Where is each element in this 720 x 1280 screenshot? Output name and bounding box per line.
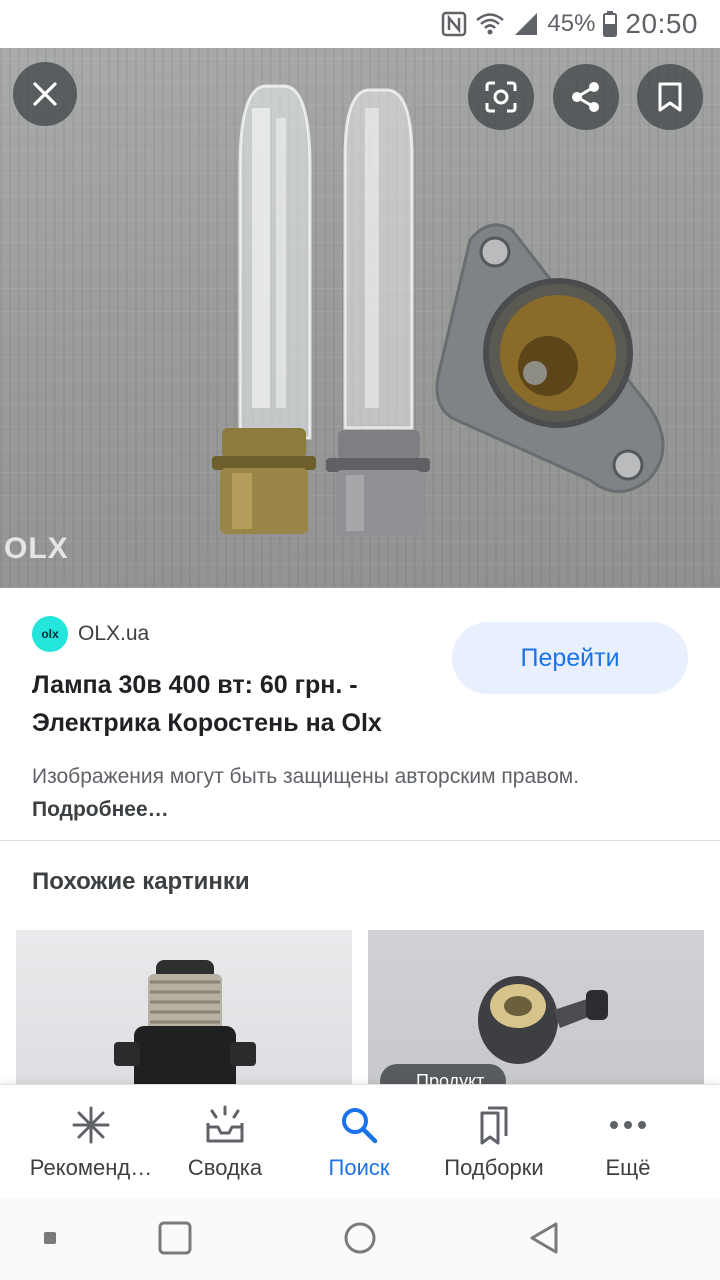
bookmark-icon <box>658 82 682 112</box>
image-watermark: OLX <box>4 532 69 565</box>
nav-label: Подборки <box>444 1155 544 1180</box>
asterisk-icon <box>72 1106 110 1144</box>
nav-label: Рекоменд… <box>29 1155 153 1180</box>
copyright-text: Изображения могут быть защищены авторски… <box>32 765 580 788</box>
signal-icon <box>515 13 538 35</box>
similar-image-1[interactable] <box>16 930 352 1100</box>
inbox-updates-icon <box>206 1105 244 1143</box>
socket-adapter-photo <box>114 960 256 1100</box>
nav-item-search[interactable]: Поиск <box>306 1085 412 1199</box>
nav-label: Сводка <box>187 1155 263 1180</box>
collections-icon <box>480 1106 508 1145</box>
similar-images-heading: Похожие картинки <box>32 868 250 895</box>
battery-percent: 45% <box>547 10 596 37</box>
lamps-photo <box>212 84 665 536</box>
recent-apps-dot-icon[interactable] <box>40 1228 60 1248</box>
wifi-icon <box>476 13 505 35</box>
close-button[interactable] <box>13 62 77 126</box>
clock: 20:50 <box>625 8 698 39</box>
save-button[interactable] <box>637 64 703 130</box>
source-logo: olx <box>32 616 68 652</box>
nav-item-more[interactable]: Ещё <box>580 1085 676 1199</box>
nav-label: Ещё <box>605 1155 651 1180</box>
section-divider <box>0 840 720 841</box>
search-icon <box>342 1108 378 1144</box>
system-navigation-bar <box>0 1198 720 1280</box>
visit-button[interactable]: Перейти <box>452 622 688 694</box>
copyright-notice: Изображения могут быть защищены авторски… <box>32 760 672 826</box>
source-name: OLX.ua <box>78 622 150 645</box>
battery-icon <box>603 11 618 37</box>
share-button[interactable] <box>553 64 619 130</box>
nav-item-collections[interactable]: Подборки <box>426 1085 562 1199</box>
nav-label: Поиск <box>328 1155 390 1180</box>
bottom-navigation: Рекоменд… Сводка Поиск Подборки Ещё <box>0 1084 720 1198</box>
nav-item-updates[interactable]: Сводка <box>170 1085 280 1199</box>
lens-icon <box>485 81 517 113</box>
nfc-icon <box>442 11 467 37</box>
learn-more-link[interactable]: Подробнее… <box>32 798 169 821</box>
back-icon[interactable] <box>526 1220 562 1256</box>
overview-icon[interactable] <box>157 1220 193 1256</box>
home-icon[interactable] <box>342 1220 378 1256</box>
share-icon <box>572 82 599 112</box>
result-image[interactable]: OLX <box>0 48 720 588</box>
result-title[interactable]: Лампа 30в 400 вт: 60 грн. - Электрика Ко… <box>32 666 432 742</box>
nav-item-discover[interactable]: Рекоменд… <box>12 1085 170 1199</box>
status-bar: 45% 20:50 <box>0 0 720 48</box>
lens-button[interactable] <box>468 64 534 130</box>
source-link[interactable]: olx OLX.ua <box>32 616 149 652</box>
close-icon <box>33 82 57 106</box>
more-icon <box>610 1121 646 1129</box>
